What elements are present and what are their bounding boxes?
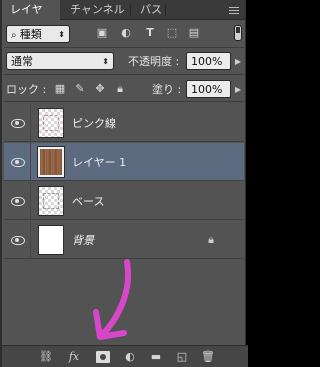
layer-name: ベース — [72, 195, 105, 208]
lock-label: ロック : — [6, 83, 47, 96]
divider — [30, 182, 31, 220]
chevron-updown-icon: ⬍ — [102, 57, 109, 66]
trash-icon[interactable]: 🗑︎ — [200, 349, 216, 365]
layers-panel: レイヤー チャンネル パス ⌕ 種類 ⬍ ▣ ◐ T ⬚ ▤ 通常 ⬍ 不透明度… — [0, 0, 248, 367]
layer-name: レイヤー 1 — [72, 156, 127, 169]
divider — [4, 74, 244, 75]
lock-transparent-icon[interactable]: ▦ — [54, 83, 66, 95]
divider — [30, 104, 31, 142]
smart-object-filter-icon[interactable]: ▤ — [188, 27, 200, 39]
blend-mode-select[interactable]: 通常 ⬍ — [6, 52, 114, 70]
layer-mask-icon[interactable] — [96, 351, 110, 363]
fill-field[interactable]: 100% — [186, 80, 231, 98]
tab-channels[interactable]: チャンネル — [62, 0, 133, 20]
layer-thumbnail — [37, 146, 65, 178]
fill-slider-arrow-icon[interactable]: ▶ — [235, 85, 241, 94]
tab-separator — [165, 4, 166, 16]
panel-tab-bar: レイヤー チャンネル パス — [2, 0, 245, 36]
blend-mode-value: 通常 — [11, 55, 33, 68]
lock-row: ロック : ▦ ✎ ✥ 🔒︎ 塗り : 100% ▶ — [6, 79, 242, 99]
layer-row[interactable]: 背景 🔒︎ — [4, 221, 244, 259]
lock-position-icon[interactable]: ✥ — [94, 83, 106, 95]
filter-kind-label: 種類 — [19, 28, 42, 41]
layer-name: ピンク線 — [72, 117, 116, 130]
layers-list: ピンク線 レイヤー 1 ベース 背景 🔒︎ — [4, 104, 244, 342]
shape-filter-icon[interactable]: ⬚ — [166, 27, 178, 39]
search-icon: ⌕ — [11, 30, 20, 41]
layer-thumbnail — [38, 108, 64, 138]
layer-lock-icon: 🔒︎ — [208, 233, 214, 246]
opacity-field[interactable]: 100% — [186, 52, 231, 70]
link-icon[interactable]: ⛓ — [38, 349, 54, 365]
fill-label: 塗り : — [152, 83, 182, 96]
visibility-eye-icon[interactable] — [10, 155, 25, 169]
blend-row: 通常 ⬍ 不透明度 : 100% ▶ — [6, 51, 242, 71]
pixel-filter-icon[interactable]: ▣ — [96, 27, 108, 39]
type-filter-icon[interactable]: T — [144, 27, 156, 39]
opacity-label: 不透明度 : — [128, 55, 180, 68]
visibility-eye-icon[interactable] — [10, 233, 25, 247]
layer-thumbnail — [38, 225, 64, 255]
divider — [30, 143, 31, 181]
lock-all-icon[interactable]: 🔒︎ — [114, 83, 126, 95]
visibility-eye-icon[interactable] — [10, 116, 25, 130]
divider — [30, 221, 31, 259]
layer-row[interactable]: ベース — [4, 182, 244, 220]
filter-toggle[interactable] — [234, 25, 242, 41]
chevron-updown-icon: ⬍ — [58, 30, 65, 39]
visibility-eye-icon[interactable] — [10, 194, 25, 208]
divider — [4, 101, 244, 102]
fx-icon[interactable]: fx — [66, 349, 82, 365]
layer-thumbnail — [38, 186, 64, 216]
tab-layers[interactable]: レイヤー — [2, 0, 60, 36]
divider — [4, 47, 244, 48]
panel-menu-icon[interactable] — [229, 5, 239, 15]
layer-name: 背景 — [72, 234, 94, 247]
layer-filter-row: ⌕ 種類 ⬍ ▣ ◐ T ⬚ ▤ — [6, 24, 242, 44]
folder-icon[interactable]: ▬ — [148, 349, 164, 365]
layer-row[interactable]: ピンク線 — [4, 104, 244, 142]
adjustment-icon[interactable]: ◐ — [122, 349, 138, 365]
layer-row-selected[interactable]: レイヤー 1 — [4, 143, 244, 181]
filter-kind-select[interactable]: ⌕ 種類 ⬍ — [6, 25, 70, 43]
adjustment-filter-icon[interactable]: ◐ — [120, 27, 132, 39]
new-layer-icon[interactable]: ◱ — [174, 349, 190, 365]
opacity-slider-arrow-icon[interactable]: ▶ — [235, 57, 241, 66]
tab-separator — [130, 4, 131, 16]
layers-bottom-toolbar: ⛓ fx ◐ ▬ ◱ 🗑︎ — [2, 345, 248, 367]
lock-image-icon[interactable]: ✎ — [74, 83, 86, 95]
